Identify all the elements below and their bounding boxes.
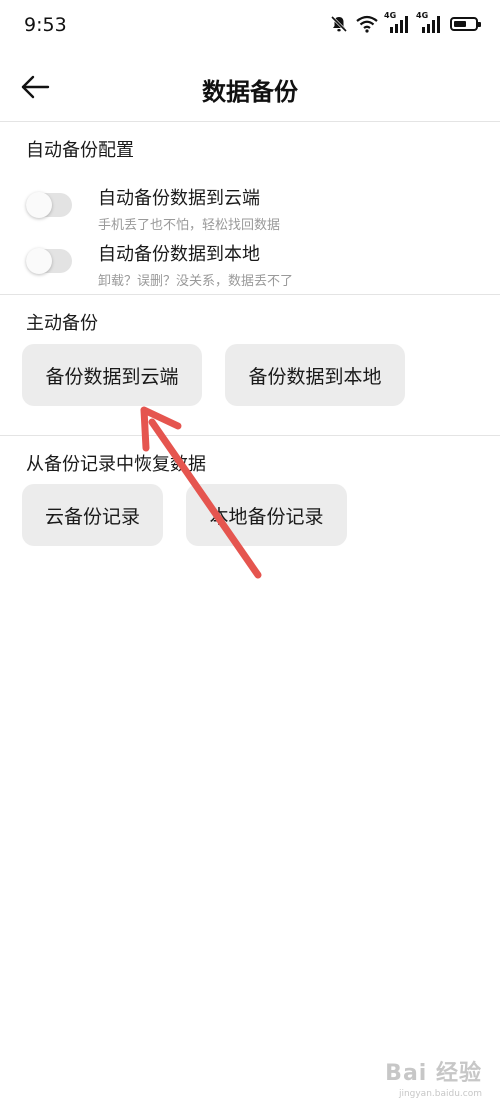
- cloud-backup-records-button[interactable]: 云备份记录: [22, 484, 163, 546]
- auto-backup-cloud-toggle[interactable]: [26, 192, 72, 218]
- setting-row-cloud[interactable]: 自动备份数据到云端 手机丢了也不怕，轻松找回数据: [0, 184, 500, 240]
- watermark: Bai 经验 jingyan.baidu.com: [385, 1055, 482, 1099]
- mute-icon: [330, 15, 348, 33]
- divider: [0, 294, 500, 295]
- setting-title: 自动备份数据到云端: [98, 188, 260, 209]
- page-title: 数据备份: [202, 78, 298, 106]
- setting-row-local[interactable]: 自动备份数据到本地 卸载？误删？没关系，数据丢不了: [0, 240, 500, 296]
- header: 数据备份: [0, 52, 500, 122]
- section-title-auto-backup: 自动备份配置: [26, 140, 134, 161]
- local-backup-records-button[interactable]: 本地备份记录: [186, 484, 347, 546]
- toggle-knob: [26, 192, 52, 218]
- battery-level: [454, 21, 466, 27]
- divider: [0, 121, 500, 122]
- divider: [0, 435, 500, 436]
- setting-subtitle: 卸载？误删？没关系，数据丢不了: [98, 274, 294, 289]
- setting-subtitle: 手机丢了也不怕，轻松找回数据: [98, 218, 281, 233]
- backup-to-local-button[interactable]: 备份数据到本地: [225, 344, 405, 406]
- battery-icon: [450, 17, 481, 31]
- toggle-knob: [26, 248, 52, 274]
- wifi-icon: [356, 15, 378, 33]
- section-title-manual-backup: 主动备份: [26, 313, 98, 334]
- network-type-label: 4G: [384, 11, 397, 20]
- status-icons: 4G 4G: [330, 11, 481, 33]
- status-time: 9:53: [24, 14, 67, 36]
- setting-title: 自动备份数据到本地: [98, 244, 260, 265]
- signal-icon: 4G: [384, 11, 410, 33]
- signal-icon: 4G: [416, 11, 442, 33]
- watermark-url: jingyan.baidu.com: [398, 1089, 482, 1099]
- network-type-label: 4G: [416, 11, 429, 20]
- auto-backup-local-toggle[interactable]: [26, 248, 72, 274]
- status-bar: 9:53 4G 4G: [0, 0, 500, 52]
- backup-to-cloud-button[interactable]: 备份数据到云端: [22, 344, 202, 406]
- section-title-restore: 从备份记录中恢复数据: [26, 454, 206, 475]
- watermark-logo: Bai 经验: [385, 1061, 482, 1086]
